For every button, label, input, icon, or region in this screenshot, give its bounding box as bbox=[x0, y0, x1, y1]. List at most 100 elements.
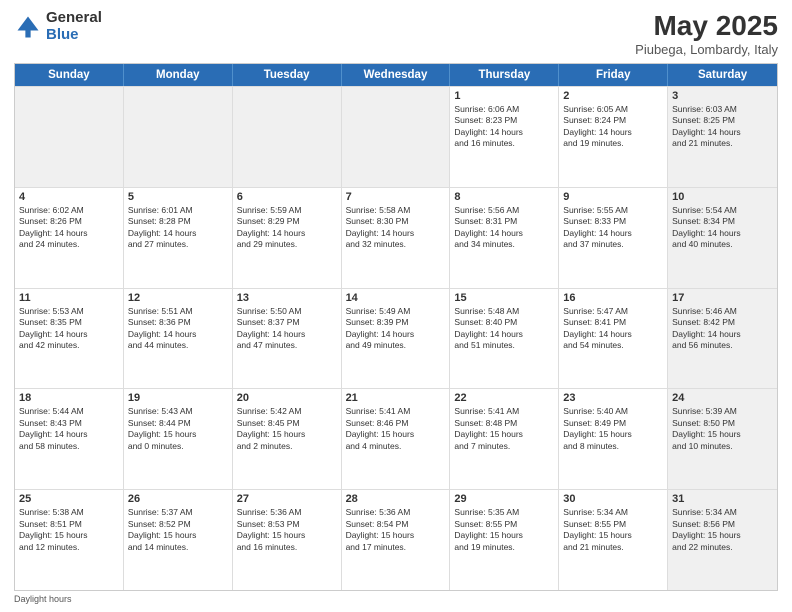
weekday-header-friday: Friday bbox=[559, 64, 668, 86]
calendar-cell-13: 13Sunrise: 5:50 AM Sunset: 8:37 PM Dayli… bbox=[233, 289, 342, 389]
calendar-cell-27: 27 Sunrise: 5:36 AM Sunset: 8:53 PM Dayli… bbox=[233, 490, 342, 590]
cell-sunrise-text: Sunrise: 6:01 AM Sunset: 8:28 PM Dayligh… bbox=[128, 205, 228, 251]
day-number: 1 bbox=[454, 90, 554, 102]
day-number: 24 bbox=[672, 392, 773, 404]
calendar: SundayMondayTuesdayWednesdayThursdayFrid… bbox=[14, 63, 778, 591]
calendar-cell-26: 26Sunrise: 5:37 AM Sunset: 8:52 PM Dayli… bbox=[124, 490, 233, 590]
day-number: 31 bbox=[672, 493, 773, 505]
cell-sunrise-text: Sunrise: 5:44 AM Sunset: 8:43 PM Dayligh… bbox=[19, 406, 119, 452]
day-number: 27 bbox=[237, 493, 337, 505]
calendar-cell-17: 17 Sunrise: 5:46 AM Sunset: 8:42 PM Dayli… bbox=[668, 289, 777, 389]
cell-sunrise-text: Sunrise: 5:35 AM Sunset: 8:55 PM Dayligh… bbox=[454, 507, 554, 553]
calendar-cell-24: 24 Sunrise: 5:39 AM Sunset: 8:50 PM Dayli… bbox=[668, 389, 777, 489]
cell-sunrise-text: Sunrise: 5:51 AM Sunset: 8:36 PM Dayligh… bbox=[128, 306, 228, 352]
cell-sunrise-text: Sunrise: 5:46 AM Sunset: 8:42 PM Dayligh… bbox=[672, 306, 773, 352]
cell-sunrise-text: Sunrise: 5:43 AM Sunset: 8:44 PM Dayligh… bbox=[128, 406, 228, 452]
calendar-cell-1: 1Sunrise: 6:06 AM Sunset: 8:23 PM Daylig… bbox=[450, 87, 559, 187]
cell-sunrise-text: Sunrise: 5:39 AM Sunset: 8:50 PM Dayligh… bbox=[672, 406, 773, 452]
cell-sunrise-text: Sunrise: 5:42 AM Sunset: 8:45 PM Dayligh… bbox=[237, 406, 337, 452]
weekday-header-saturday: Saturday bbox=[668, 64, 777, 86]
calendar-cell-8: 8 Sunrise: 5:56 AM Sunset: 8:31 PM Daylig… bbox=[450, 188, 559, 288]
calendar-cell-2: 2Sunrise: 6:05 AM Sunset: 8:24 PM Daylig… bbox=[559, 87, 668, 187]
day-number: 8 bbox=[454, 191, 554, 203]
calendar-cell-4: 4 Sunrise: 6:02 AM Sunset: 8:26 PM Daylig… bbox=[15, 188, 124, 288]
cell-sunrise-text: Sunrise: 5:48 AM Sunset: 8:40 PM Dayligh… bbox=[454, 306, 554, 352]
title-block: May 2025 Piubega, Lombardy, Italy bbox=[635, 10, 778, 57]
day-number: 25 bbox=[19, 493, 119, 505]
calendar-cell-empty-0-1 bbox=[124, 87, 233, 187]
header: General Blue May 2025 Piubega, Lombardy,… bbox=[14, 10, 778, 57]
day-number: 23 bbox=[563, 392, 663, 404]
calendar-cell-9: 9 Sunrise: 5:55 AM Sunset: 8:33 PM Daylig… bbox=[559, 188, 668, 288]
day-number: 13 bbox=[237, 292, 337, 304]
calendar-cell-empty-0-2 bbox=[233, 87, 342, 187]
logo-icon bbox=[14, 13, 42, 41]
calendar-body: 1Sunrise: 6:06 AM Sunset: 8:23 PM Daylig… bbox=[15, 86, 777, 590]
footer-note: Daylight hours bbox=[14, 594, 778, 604]
logo: General Blue bbox=[14, 10, 102, 43]
calendar-cell-25: 25 Sunrise: 5:38 AM Sunset: 8:51 PM Dayli… bbox=[15, 490, 124, 590]
cell-sunrise-text: Sunrise: 5:47 AM Sunset: 8:41 PM Dayligh… bbox=[563, 306, 663, 352]
calendar-cell-21: 21Sunrise: 5:41 AM Sunset: 8:46 PM Dayli… bbox=[342, 389, 451, 489]
day-number: 15 bbox=[454, 292, 554, 304]
calendar-cell-31: 31 Sunrise: 5:34 AM Sunset: 8:56 PM Dayli… bbox=[668, 490, 777, 590]
day-number: 26 bbox=[128, 493, 228, 505]
day-number: 20 bbox=[237, 392, 337, 404]
calendar-cell-empty-0-0 bbox=[15, 87, 124, 187]
calendar-cell-29: 29 Sunrise: 5:35 AM Sunset: 8:55 PM Dayli… bbox=[450, 490, 559, 590]
cell-sunrise-text: Sunrise: 5:34 AM Sunset: 8:56 PM Dayligh… bbox=[672, 507, 773, 553]
page: General Blue May 2025 Piubega, Lombardy,… bbox=[0, 0, 792, 612]
day-number: 12 bbox=[128, 292, 228, 304]
cell-sunrise-text: Sunrise: 5:53 AM Sunset: 8:35 PM Dayligh… bbox=[19, 306, 119, 352]
calendar-row-1: 4 Sunrise: 6:02 AM Sunset: 8:26 PM Daylig… bbox=[15, 187, 777, 288]
day-number: 17 bbox=[672, 292, 773, 304]
day-number: 28 bbox=[346, 493, 446, 505]
calendar-row-2: 11 Sunrise: 5:53 AM Sunset: 8:35 PM Dayli… bbox=[15, 288, 777, 389]
day-number: 22 bbox=[454, 392, 554, 404]
cell-sunrise-text: Sunrise: 5:55 AM Sunset: 8:33 PM Dayligh… bbox=[563, 205, 663, 251]
calendar-cell-empty-0-3 bbox=[342, 87, 451, 187]
cell-sunrise-text: Sunrise: 6:02 AM Sunset: 8:26 PM Dayligh… bbox=[19, 205, 119, 251]
day-number: 29 bbox=[454, 493, 554, 505]
calendar-cell-3: 3Sunrise: 6:03 AM Sunset: 8:25 PM Daylig… bbox=[668, 87, 777, 187]
cell-sunrise-text: Sunrise: 5:36 AM Sunset: 8:53 PM Dayligh… bbox=[237, 507, 337, 553]
day-number: 14 bbox=[346, 292, 446, 304]
calendar-cell-7: 7Sunrise: 5:58 AM Sunset: 8:30 PM Daylig… bbox=[342, 188, 451, 288]
day-number: 30 bbox=[563, 493, 663, 505]
cell-sunrise-text: Sunrise: 5:38 AM Sunset: 8:51 PM Dayligh… bbox=[19, 507, 119, 553]
day-number: 21 bbox=[346, 392, 446, 404]
cell-sunrise-text: Sunrise: 5:54 AM Sunset: 8:34 PM Dayligh… bbox=[672, 205, 773, 251]
calendar-cell-18: 18 Sunrise: 5:44 AM Sunset: 8:43 PM Dayli… bbox=[15, 389, 124, 489]
cell-sunrise-text: Sunrise: 5:49 AM Sunset: 8:39 PM Dayligh… bbox=[346, 306, 446, 352]
calendar-cell-5: 5Sunrise: 6:01 AM Sunset: 8:28 PM Daylig… bbox=[124, 188, 233, 288]
logo-general-text: General bbox=[46, 10, 102, 27]
calendar-cell-10: 10Sunrise: 5:54 AM Sunset: 8:34 PM Dayli… bbox=[668, 188, 777, 288]
day-number: 7 bbox=[346, 191, 446, 203]
cell-sunrise-text: Sunrise: 5:34 AM Sunset: 8:55 PM Dayligh… bbox=[563, 507, 663, 553]
cell-sunrise-text: Sunrise: 5:56 AM Sunset: 8:31 PM Dayligh… bbox=[454, 205, 554, 251]
calendar-row-4: 25 Sunrise: 5:38 AM Sunset: 8:51 PM Dayli… bbox=[15, 489, 777, 590]
calendar-cell-19: 19 Sunrise: 5:43 AM Sunset: 8:44 PM Dayli… bbox=[124, 389, 233, 489]
day-number: 19 bbox=[128, 392, 228, 404]
calendar-cell-6: 6Sunrise: 5:59 AM Sunset: 8:29 PM Daylig… bbox=[233, 188, 342, 288]
day-number: 11 bbox=[19, 292, 119, 304]
weekday-header-thursday: Thursday bbox=[450, 64, 559, 86]
cell-sunrise-text: Sunrise: 5:36 AM Sunset: 8:54 PM Dayligh… bbox=[346, 507, 446, 553]
title-location: Piubega, Lombardy, Italy bbox=[635, 42, 778, 57]
weekday-header-sunday: Sunday bbox=[15, 64, 124, 86]
day-number: 3 bbox=[672, 90, 773, 102]
cell-sunrise-text: Sunrise: 5:41 AM Sunset: 8:48 PM Dayligh… bbox=[454, 406, 554, 452]
calendar-cell-20: 20 Sunrise: 5:42 AM Sunset: 8:45 PM Dayli… bbox=[233, 389, 342, 489]
weekday-header-monday: Monday bbox=[124, 64, 233, 86]
calendar-cell-30: 30 Sunrise: 5:34 AM Sunset: 8:55 PM Dayli… bbox=[559, 490, 668, 590]
calendar-cell-28: 28 Sunrise: 5:36 AM Sunset: 8:54 PM Dayli… bbox=[342, 490, 451, 590]
day-number: 4 bbox=[19, 191, 119, 203]
calendar-cell-15: 15 Sunrise: 5:48 AM Sunset: 8:40 PM Dayli… bbox=[450, 289, 559, 389]
calendar-cell-12: 12 Sunrise: 5:51 AM Sunset: 8:36 PM Dayli… bbox=[124, 289, 233, 389]
day-number: 18 bbox=[19, 392, 119, 404]
calendar-header: SundayMondayTuesdayWednesdayThursdayFrid… bbox=[15, 64, 777, 86]
day-number: 9 bbox=[563, 191, 663, 203]
cell-sunrise-text: Sunrise: 6:05 AM Sunset: 8:24 PM Dayligh… bbox=[563, 104, 663, 150]
cell-sunrise-text: Sunrise: 5:40 AM Sunset: 8:49 PM Dayligh… bbox=[563, 406, 663, 452]
day-number: 16 bbox=[563, 292, 663, 304]
